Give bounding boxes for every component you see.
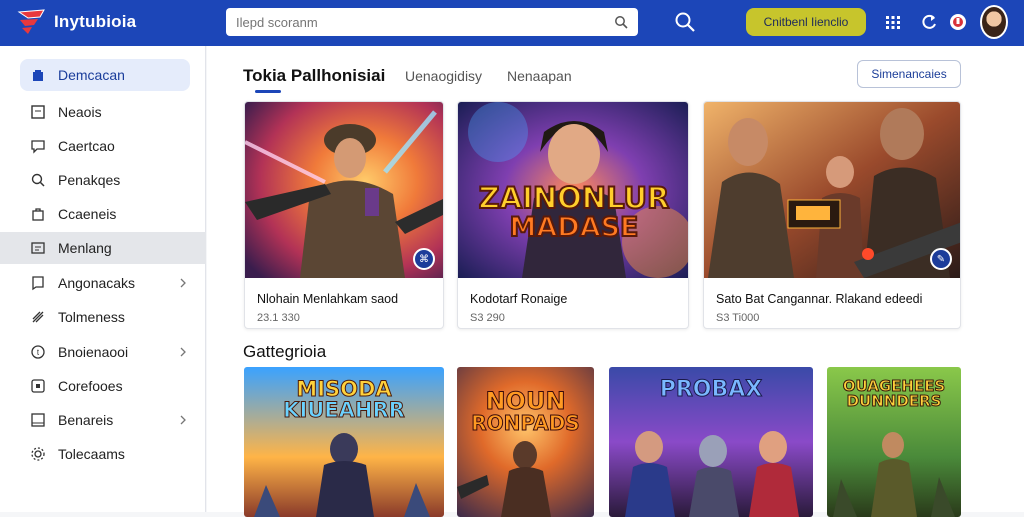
sidebar-item-neaois[interactable]: Neaois [20,96,190,128]
sidebar-item-label: Tolmeness [58,309,125,325]
game-card[interactable]: ⌘ Nlohain Menlahkam saod 23.1 330 [244,101,444,329]
sidebar-item-label: Corefooes [58,378,123,394]
game-card-image: ZAINONLUR MADASE [458,102,688,278]
game-art-squad [704,102,960,278]
chevron-right-icon [180,347,186,357]
game-card-price: S3 Ti000 [716,312,760,324]
sidebar-item-label: Ccaeneis [58,206,117,222]
category-tile[interactable]: MISODA KIUEAHRR [244,367,444,517]
sidebar-item-penakqes[interactable]: Penakqes [20,164,190,196]
category-tile[interactable]: OUAGEHEES DUNNDERS [827,367,961,517]
sidebar-item-corefooes[interactable]: Corefooes [20,370,190,402]
platform-badge-icon: ⌘ [413,248,435,270]
sidebar-item-label: Bnoienaooi [58,344,129,360]
sidebar-item-label: Benareis [58,412,114,428]
game-card-title: Kodotarf Ronaige [470,292,568,306]
grid-icon[interactable] [883,12,903,32]
svg-text:t: t [37,348,40,357]
game-art-soldier [245,102,443,278]
sidebar-item-label: Angonacaks [58,275,136,291]
sidebar-item-label: Tolecaams [58,446,125,462]
card-icon [31,242,45,254]
cta-button[interactable]: Cnitbenl Iienclio [746,8,866,36]
game-card-image: ✎ [704,102,960,278]
sidebar-item-label: Demcacan [58,67,125,83]
chevron-right-icon [180,278,186,288]
category-art [625,431,799,517]
game-card-image: ⌘ [245,102,443,278]
refresh-icon[interactable] [919,12,939,32]
sidebar-item-label: Neaois [58,104,102,120]
search-icon [31,173,45,187]
search-button-icon[interactable] [674,11,696,33]
frame-icon [31,379,45,393]
game-card-title: Sato Bat Cangannar. Rlakand edeedi [716,292,923,306]
main-content: Tokia Pallhonisiai Uenaogidisy Nenaapan … [207,46,1024,517]
game-art-subtitle: MADASE [510,212,639,243]
platform-badge-icon: ✎ [930,248,952,270]
category-tile[interactable]: NOUN RONPADS [457,367,594,517]
brand-logo-icon [17,9,45,34]
sidebar-item-bnoienaooi[interactable]: t Bnoienaooi [20,336,190,368]
top-header: Inytubioia Cnitbenl Iienclio [0,0,1024,46]
game-art-hero: ZAINONLUR MADASE [458,102,688,278]
game-card[interactable]: ✎ Sato Bat Cangannar. Rlakand edeedi S3 … [703,101,961,329]
game-card-price: 23.1 330 [257,312,300,324]
sidebar-item-angonacaks[interactable]: Angonacaks [20,267,190,299]
tab-underline [255,90,281,93]
sidebar-item-ccaeneis[interactable]: Ccaeneis [20,198,190,230]
sidebar-item-benareis[interactable]: Benareis [20,404,190,436]
gear-icon [31,447,45,461]
bookmark-icon [32,276,44,291]
box-icon [31,105,45,119]
category-tile[interactable]: PROBAX [609,367,813,517]
tab-active[interactable]: Tokia Pallhonisiai [243,66,385,86]
tab-third[interactable]: Nenaapan [507,68,572,84]
tab-second[interactable]: Uenaogidisy [405,68,482,84]
store-icon [33,70,43,81]
search-input[interactable] [236,14,614,30]
flag-icon [31,413,45,427]
bag-icon [32,208,44,221]
game-art-title: ZAINONLUR [479,181,670,215]
see-all-button[interactable]: Simenancaies [857,60,961,88]
sidebar: Demcacan Neaois Caertcao Penakqes Ccaene… [0,46,206,512]
sidebar-item-tolmeness[interactable]: Tolmeness [20,301,190,333]
sidebar-item-menlang[interactable]: Menlang [0,232,206,264]
category-art [833,432,955,517]
user-avatar[interactable] [980,5,1008,39]
chevron-right-icon [180,415,186,425]
sidebar-item-demcacan[interactable]: Demcacan [20,59,190,91]
sidebar-item-label: Menlang [58,240,112,256]
tag-icon [32,311,44,323]
search-bar[interactable] [226,8,638,36]
game-card[interactable]: ZAINONLUR MADASE Kodotarf Ronaige S3 290 [457,101,689,329]
category-art [457,441,551,517]
coin-icon: t [31,345,45,359]
brand-logo[interactable]: Inytubioia [16,8,136,36]
game-card-price: S3 290 [470,312,505,324]
game-card-title: Nlohain Menlahkam saod [257,292,399,306]
section-title: Gattegrioia [243,342,327,361]
search-icon[interactable] [614,15,628,29]
sidebar-item-tolecaams[interactable]: Tolecaams [20,438,190,470]
sidebar-item-label: Caertcao [58,138,115,154]
sidebar-item-label: Penakqes [58,172,121,188]
category-art [254,433,430,517]
brand-name: Inytubioia [54,12,137,31]
sidebar-item-caertcao[interactable]: Caertcao [20,130,190,162]
bell-icon[interactable] [948,12,968,32]
chat-icon [31,140,45,154]
